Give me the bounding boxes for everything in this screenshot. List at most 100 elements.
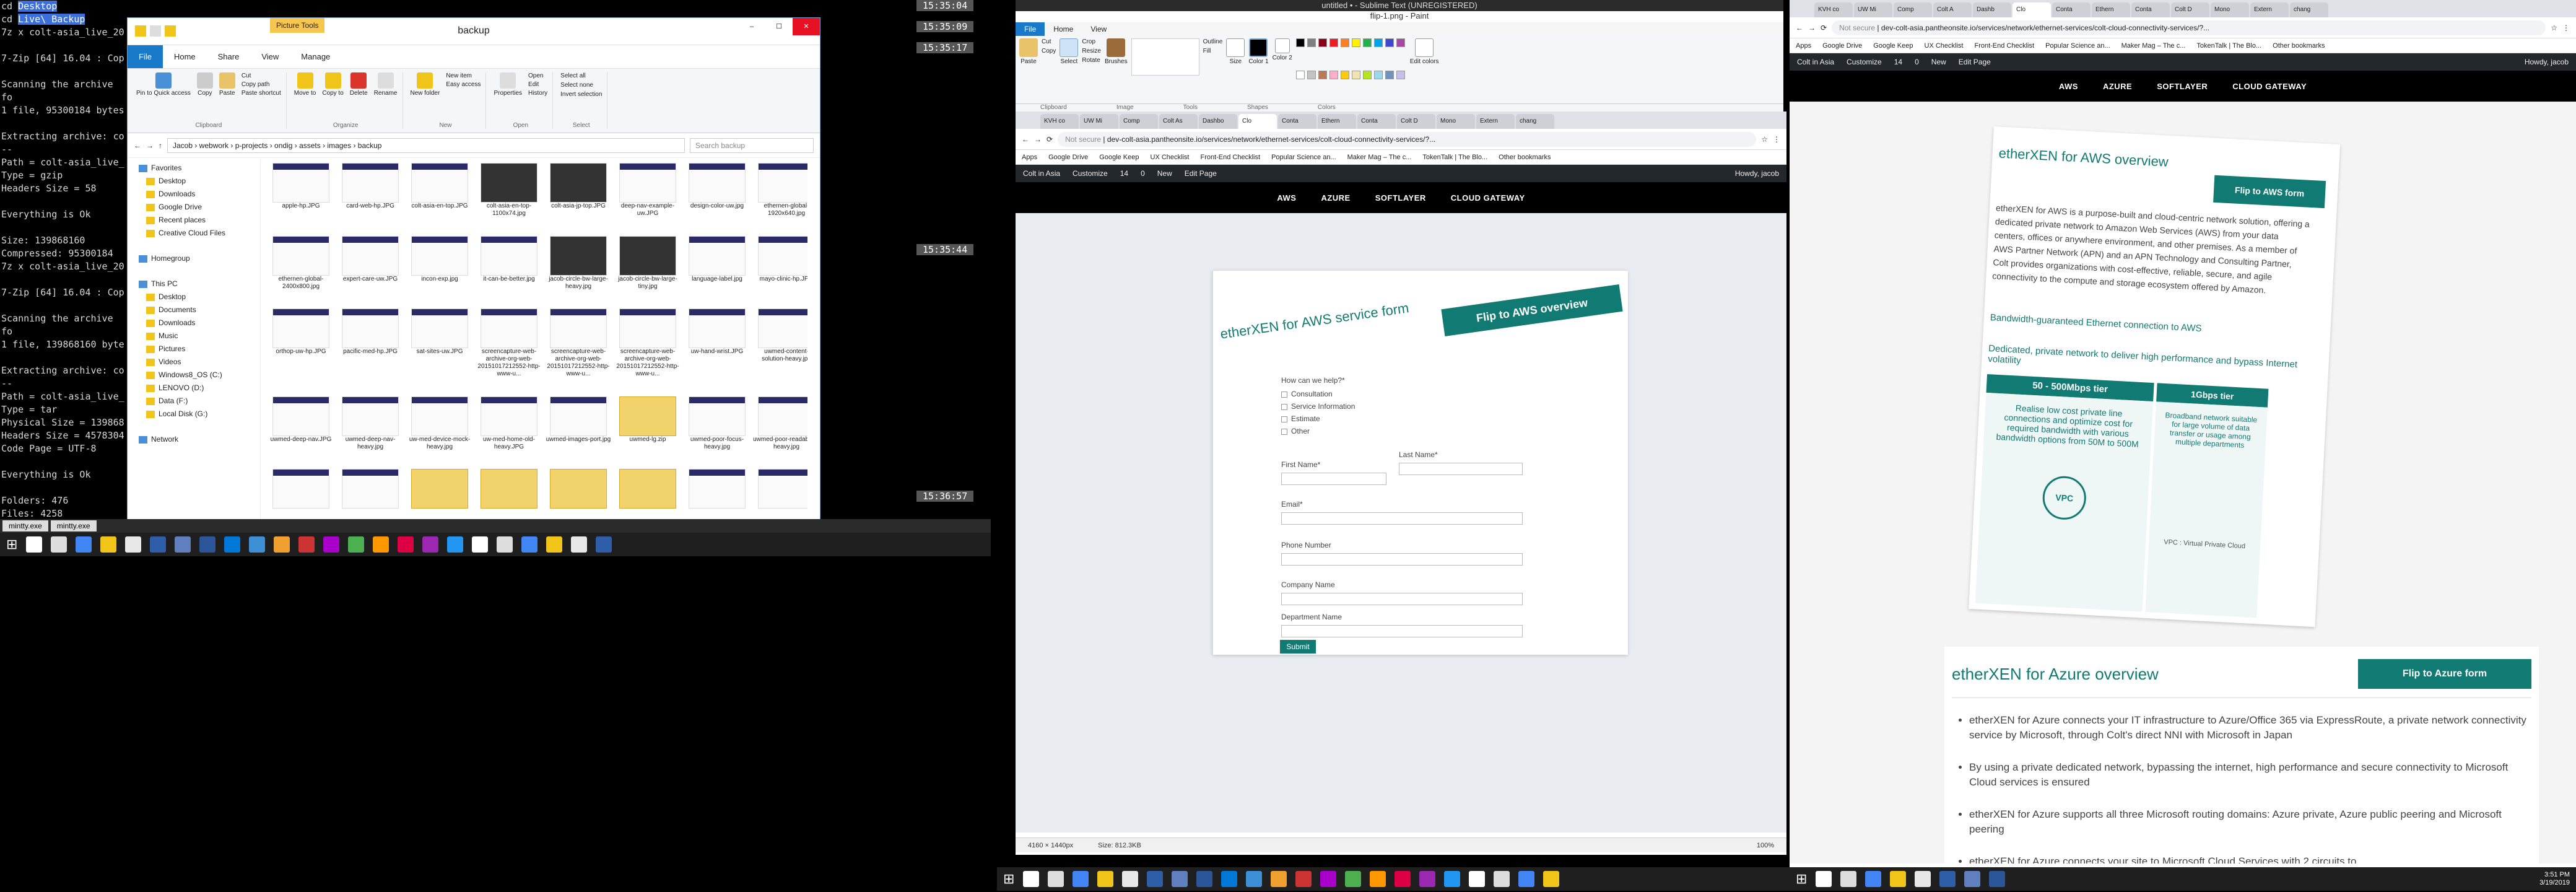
taskbar-app-icon[interactable] (1073, 871, 1089, 887)
palette-swatch[interactable] (1362, 38, 1372, 47)
file-item[interactable]: uw-hand-wrist.JPG (684, 308, 751, 391)
browser-tab[interactable]: Colt A (1933, 2, 1972, 17)
palette-swatch[interactable] (1295, 70, 1305, 79)
select-all-button[interactable]: Select all (560, 72, 602, 79)
nav-item[interactable]: This PC (128, 278, 260, 291)
cut-button[interactable]: Cut (1042, 38, 1056, 45)
nav-item[interactable]: Data (F:) (128, 395, 260, 408)
file-item[interactable] (476, 469, 542, 522)
rotate-button[interactable]: Rotate (1082, 57, 1101, 64)
browser-tab[interactable]: Ethern (2092, 2, 2130, 17)
paint-tab[interactable]: File (1016, 22, 1045, 36)
file-item[interactable]: uwmed-content-solution-heavy.jpg (753, 308, 807, 391)
history-button[interactable]: History (528, 90, 547, 97)
file-item[interactable]: deep-nav-example-uw.JPG (614, 163, 681, 231)
browser-tab[interactable]: Extern (2250, 2, 2289, 17)
file-item[interactable]: uwmed-poor-focus-heavy.jpg (684, 396, 751, 465)
taskbar-app-icon[interactable] (150, 536, 167, 553)
file-item[interactable]: uwmed-deep-nav.JPG (268, 396, 334, 465)
taskbar-app-icon[interactable] (1840, 871, 1857, 887)
bookmark-item[interactable]: Front-End Checklist (1200, 154, 1260, 161)
file-item[interactable]: pacific-med-hp.JPG (337, 308, 404, 391)
palette-swatch[interactable] (1396, 70, 1405, 79)
star-icon[interactable]: ☆ (1761, 135, 1768, 144)
new-folder-button[interactable]: New folder (411, 72, 440, 97)
palette-swatch[interactable] (1385, 38, 1394, 47)
taskbar-app-icon[interactable] (1147, 871, 1164, 887)
taskbar-app-icon[interactable] (1320, 871, 1337, 887)
nav-item[interactable]: Creative Cloud Files (128, 227, 260, 240)
file-item[interactable]: expert-care-uw.JPG (337, 235, 404, 304)
bookmark-item[interactable]: Apps (1022, 154, 1037, 161)
ribbon-tab[interactable]: File (128, 45, 163, 68)
address-bar[interactable]: Jacob › webwork › p-projects › ondig › a… (167, 138, 685, 153)
taskbar-app-icon[interactable] (1518, 871, 1535, 887)
palette-swatch[interactable] (1351, 70, 1360, 79)
browser-tab[interactable]: Extern (1476, 114, 1515, 129)
forward-arrow-icon[interactable]: → (146, 141, 154, 150)
last-name-input[interactable] (1399, 463, 1523, 475)
palette-swatch[interactable] (1396, 38, 1405, 47)
forward-icon[interactable]: → (1034, 135, 1042, 144)
bookmark-item[interactable]: Maker Mag – The c... (2121, 42, 2186, 50)
palette-swatch[interactable] (1373, 38, 1383, 47)
invert-selection-button[interactable]: Invert selection (560, 91, 602, 98)
file-item[interactable]: orthop-uw-hp.JPG (268, 308, 334, 391)
taskbar-app-icon[interactable] (546, 536, 563, 553)
taskbar-app-icon[interactable] (497, 536, 513, 553)
taskbar-app-icon[interactable] (398, 536, 414, 553)
taskbar-app-icon[interactable] (1543, 871, 1560, 887)
browser-tab[interactable]: Comp (1120, 114, 1158, 129)
file-item[interactable]: jacob-circle-bw-large-tiny.jpg (614, 235, 681, 304)
fill-button[interactable]: Fill (1203, 48, 1223, 55)
file-item[interactable]: colt-asia-en-top.JPG (406, 163, 473, 231)
wp-admin-item[interactable]: 0 (1915, 58, 1919, 66)
bookmark-item[interactable]: UX Checklist (1925, 42, 1964, 50)
bookmark-item[interactable]: TokenTalk | The Blo... (2196, 42, 2261, 50)
palette-swatch[interactable] (1318, 70, 1327, 79)
search-input[interactable]: Search backup (690, 138, 814, 153)
taskbar-app-icon[interactable] (571, 536, 588, 553)
taskbar-app-icon[interactable] (1271, 871, 1287, 887)
taskbar-app-icon[interactable] (1469, 871, 1486, 887)
resize-button[interactable]: Resize (1082, 48, 1101, 55)
taskbar-app-icon[interactable] (175, 536, 191, 553)
site-nav-item[interactable]: AZURE (1321, 193, 1350, 203)
taskbar-app-icon[interactable] (1444, 871, 1461, 887)
paint-window[interactable]: untitled • - Sublime Text (UNREGISTERED)… (1016, 0, 1783, 116)
browser-tab[interactable]: Conta (2052, 2, 2091, 17)
file-item[interactable]: uwmed-poor-readability-heavy.jpg (753, 396, 807, 465)
taskbar-app-icon[interactable] (298, 536, 315, 553)
taskbar-app-icon[interactable] (1989, 871, 2006, 887)
site-nav-item[interactable]: SOFTLAYER (2157, 82, 2208, 91)
site-nav-item[interactable]: AWS (1277, 193, 1296, 203)
browser-tab[interactable]: Conta (1357, 114, 1396, 129)
file-item[interactable] (337, 469, 404, 522)
browser-tab[interactable]: Conta (2131, 2, 2170, 17)
file-item[interactable]: ethernen-global-2400x800.jpg (268, 235, 334, 304)
nav-item[interactable]: Desktop (128, 175, 260, 188)
file-item[interactable]: screencapture-web-archive-org-web-201510… (476, 308, 542, 391)
taskbar-app-icon[interactable] (1172, 871, 1188, 887)
windows-start-icon[interactable]: ⊞ (1796, 871, 1807, 887)
file-item[interactable] (684, 469, 751, 522)
brushes-button[interactable]: Brushes (1105, 38, 1128, 101)
company-input[interactable] (1281, 593, 1523, 605)
wp-greeting[interactable]: Howdy, jacob (1735, 169, 1779, 178)
open-button[interactable]: Open (528, 72, 547, 79)
paint-tab[interactable]: Home (1045, 25, 1082, 33)
menu-icon[interactable]: ⋮ (1773, 135, 1780, 144)
checkbox[interactable] (1281, 416, 1287, 422)
reload-icon[interactable]: ⟳ (1821, 24, 1827, 32)
terminal-tab[interactable]: mintty.exe (50, 520, 97, 531)
color2-button[interactable]: Color 2 (1273, 38, 1292, 101)
nav-item[interactable]: Documents (128, 304, 260, 317)
file-item[interactable] (614, 469, 681, 522)
rename-button[interactable]: Rename (374, 72, 398, 97)
browser-tab[interactable]: Mono (2211, 2, 2249, 17)
bookmark-item[interactable]: Other bookmarks (1499, 154, 1551, 161)
taskbar-app-icon[interactable] (76, 536, 92, 553)
file-item[interactable]: jacob-circle-bw-large-heavy.jpg (545, 235, 612, 304)
taskbar-app-icon[interactable] (373, 536, 389, 553)
edit-button[interactable]: Edit (528, 81, 547, 88)
